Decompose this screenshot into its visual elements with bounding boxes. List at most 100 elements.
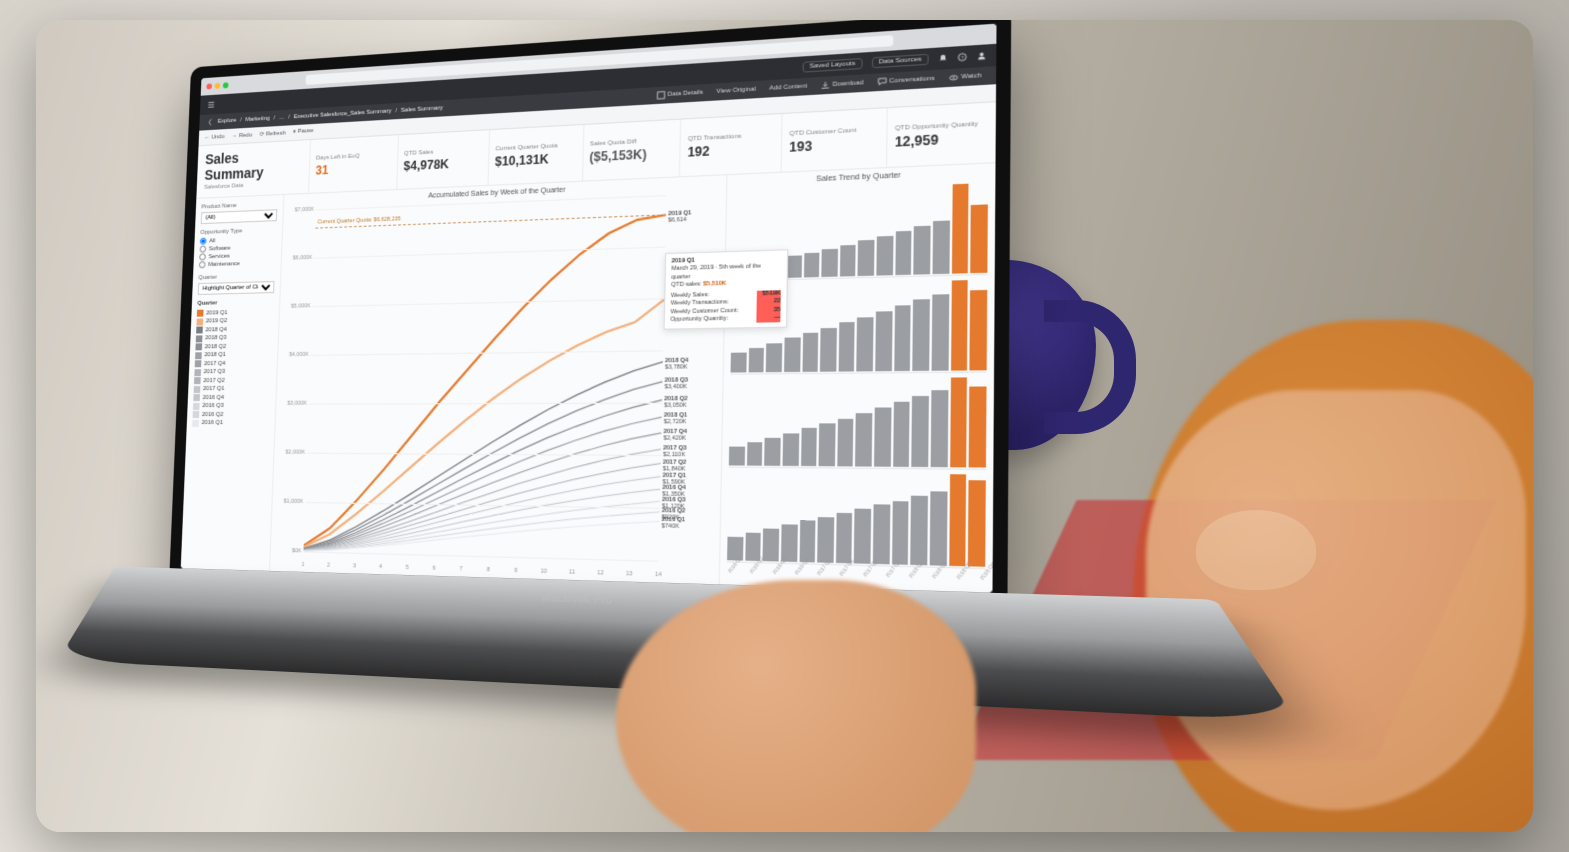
bar[interactable] (875, 311, 892, 371)
legend-item[interactable]: 2017 Q4 (195, 359, 272, 367)
bar[interactable] (729, 447, 745, 466)
bar[interactable] (763, 529, 779, 562)
bar[interactable] (836, 513, 853, 564)
crumb-ellipsis[interactable]: … (279, 115, 285, 121)
legend-item[interactable]: 2018 Q4 (196, 325, 273, 333)
saved-layouts-button[interactable]: Saved Layouts (803, 58, 863, 73)
legend-item[interactable]: 2019 Q1 (197, 308, 274, 317)
bar[interactable] (914, 226, 931, 274)
bar[interactable] (874, 407, 891, 467)
bar[interactable] (856, 413, 873, 467)
quarter-highlight-select[interactable]: Highlight Quarter of Close Date (198, 281, 275, 295)
window-minimize-icon[interactable] (215, 83, 221, 89)
charts-area: Accumulated Sales by Week of the Quarter… (270, 163, 996, 593)
data-sources-button[interactable]: Data Sources (871, 54, 928, 69)
user-icon[interactable] (977, 51, 987, 61)
conversations-button[interactable]: Conversations (873, 74, 940, 87)
bar[interactable] (877, 236, 894, 275)
bar[interactable] (764, 438, 780, 467)
bar[interactable] (840, 245, 856, 277)
bar[interactable] (822, 249, 838, 277)
legend-item[interactable]: 2018 Q3 (196, 334, 273, 342)
bar[interactable] (933, 221, 950, 274)
legend-item[interactable]: 2016 Q1 (192, 419, 269, 426)
filter-panel: Product Name (All) Opportunity Type AllS… (181, 195, 285, 571)
bar[interactable] (895, 231, 912, 275)
crumb-workbook[interactable]: Executive Salesforce_Sales Summary (294, 108, 392, 120)
window-zoom-icon[interactable] (223, 82, 229, 88)
bar[interactable] (932, 294, 949, 371)
legend-item[interactable]: 2016 Q3 (193, 402, 270, 409)
bar[interactable] (858, 240, 875, 276)
bar[interactable] (782, 433, 798, 466)
bar[interactable] (857, 317, 874, 371)
legend-item[interactable]: 2019 Q2 (196, 317, 273, 325)
bar[interactable] (892, 501, 909, 565)
crumb-current: Sales Summary (401, 105, 443, 114)
bar[interactable] (930, 491, 947, 566)
line-chart[interactable]: Accumulated Sales by Week of the Quarter… (270, 175, 726, 584)
pause-button[interactable]: ⏸ Pause (293, 128, 314, 136)
bar-chart-column[interactable]: Sales Trend by Quarter 2016 Q12016 Q2201… (719, 163, 996, 593)
legend-item[interactable]: 2018 Q2 (195, 342, 272, 350)
bar[interactable] (799, 521, 816, 563)
bar[interactable] (801, 428, 817, 466)
redo-button[interactable]: → Redo (232, 132, 253, 139)
bar[interactable] (911, 496, 928, 565)
legend-item[interactable]: 2017 Q2 (194, 377, 271, 385)
add-content-button[interactable]: Add Content (765, 83, 812, 92)
bar[interactable] (971, 204, 988, 273)
bar[interactable] (802, 333, 818, 371)
bar[interactable] (913, 299, 930, 370)
bar[interactable] (837, 418, 854, 466)
legend-item[interactable]: 2017 Q3 (194, 368, 271, 376)
kpi-opp-qty: QTD Opportunity Quantity12,959 (886, 102, 996, 167)
bar[interactable] (931, 391, 948, 468)
refresh-button[interactable]: ⟳ Refresh (259, 130, 285, 138)
watch-button[interactable]: Watch (944, 71, 986, 82)
chevron-left-icon[interactable] (207, 118, 215, 126)
bar[interactable] (817, 517, 834, 563)
bell-icon[interactable] (938, 54, 948, 64)
crumb-explore[interactable]: Explore (218, 118, 237, 125)
kpi-customers: QTD Customer Count193 (781, 108, 887, 171)
data-details-button[interactable]: Data Details (652, 88, 708, 100)
legend-item[interactable]: 2017 Q1 (194, 385, 271, 392)
kpi-transactions: QTD Transactions192 (679, 114, 781, 176)
bar[interactable] (731, 352, 747, 372)
product-name-select[interactable]: (All) (201, 209, 277, 224)
bar[interactable] (766, 343, 782, 372)
chart-tooltip: 2019 Q1 March 29, 2019 · 5th week of the… (664, 249, 789, 330)
undo-button[interactable]: ← Undo (204, 134, 224, 141)
help-icon[interactable]: ? (957, 52, 967, 62)
bar[interactable] (950, 377, 968, 468)
bar[interactable] (894, 305, 911, 370)
legend-item[interactable]: 2016 Q4 (193, 394, 270, 401)
bar[interactable] (803, 252, 819, 277)
legend-item[interactable]: 2018 Q1 (195, 351, 272, 359)
bar[interactable] (854, 509, 871, 564)
menu-icon[interactable] (207, 101, 215, 109)
filter-product-name: Product Name (All) (201, 201, 278, 224)
bar[interactable] (912, 396, 929, 467)
bar[interactable] (784, 338, 800, 372)
crumb-marketing[interactable]: Marketing (245, 116, 270, 123)
bar[interactable] (949, 475, 967, 567)
legend-item[interactable]: 2016 Q2 (193, 411, 270, 418)
bar[interactable] (873, 505, 890, 565)
bar[interactable] (819, 424, 836, 467)
bar[interactable] (838, 323, 855, 372)
bar[interactable] (952, 184, 969, 274)
bar[interactable] (969, 386, 986, 468)
opportunity-type-option[interactable]: Maintenance (199, 259, 275, 268)
bar[interactable] (748, 347, 764, 371)
bar[interactable] (970, 290, 987, 370)
view-original-button[interactable]: View Original (712, 86, 760, 95)
bar[interactable] (968, 480, 986, 567)
bar[interactable] (820, 328, 837, 371)
bar[interactable] (893, 402, 910, 467)
window-close-icon[interactable] (206, 83, 212, 89)
bar[interactable] (951, 280, 968, 370)
download-button[interactable]: Download (816, 78, 868, 90)
bar[interactable] (747, 442, 763, 466)
